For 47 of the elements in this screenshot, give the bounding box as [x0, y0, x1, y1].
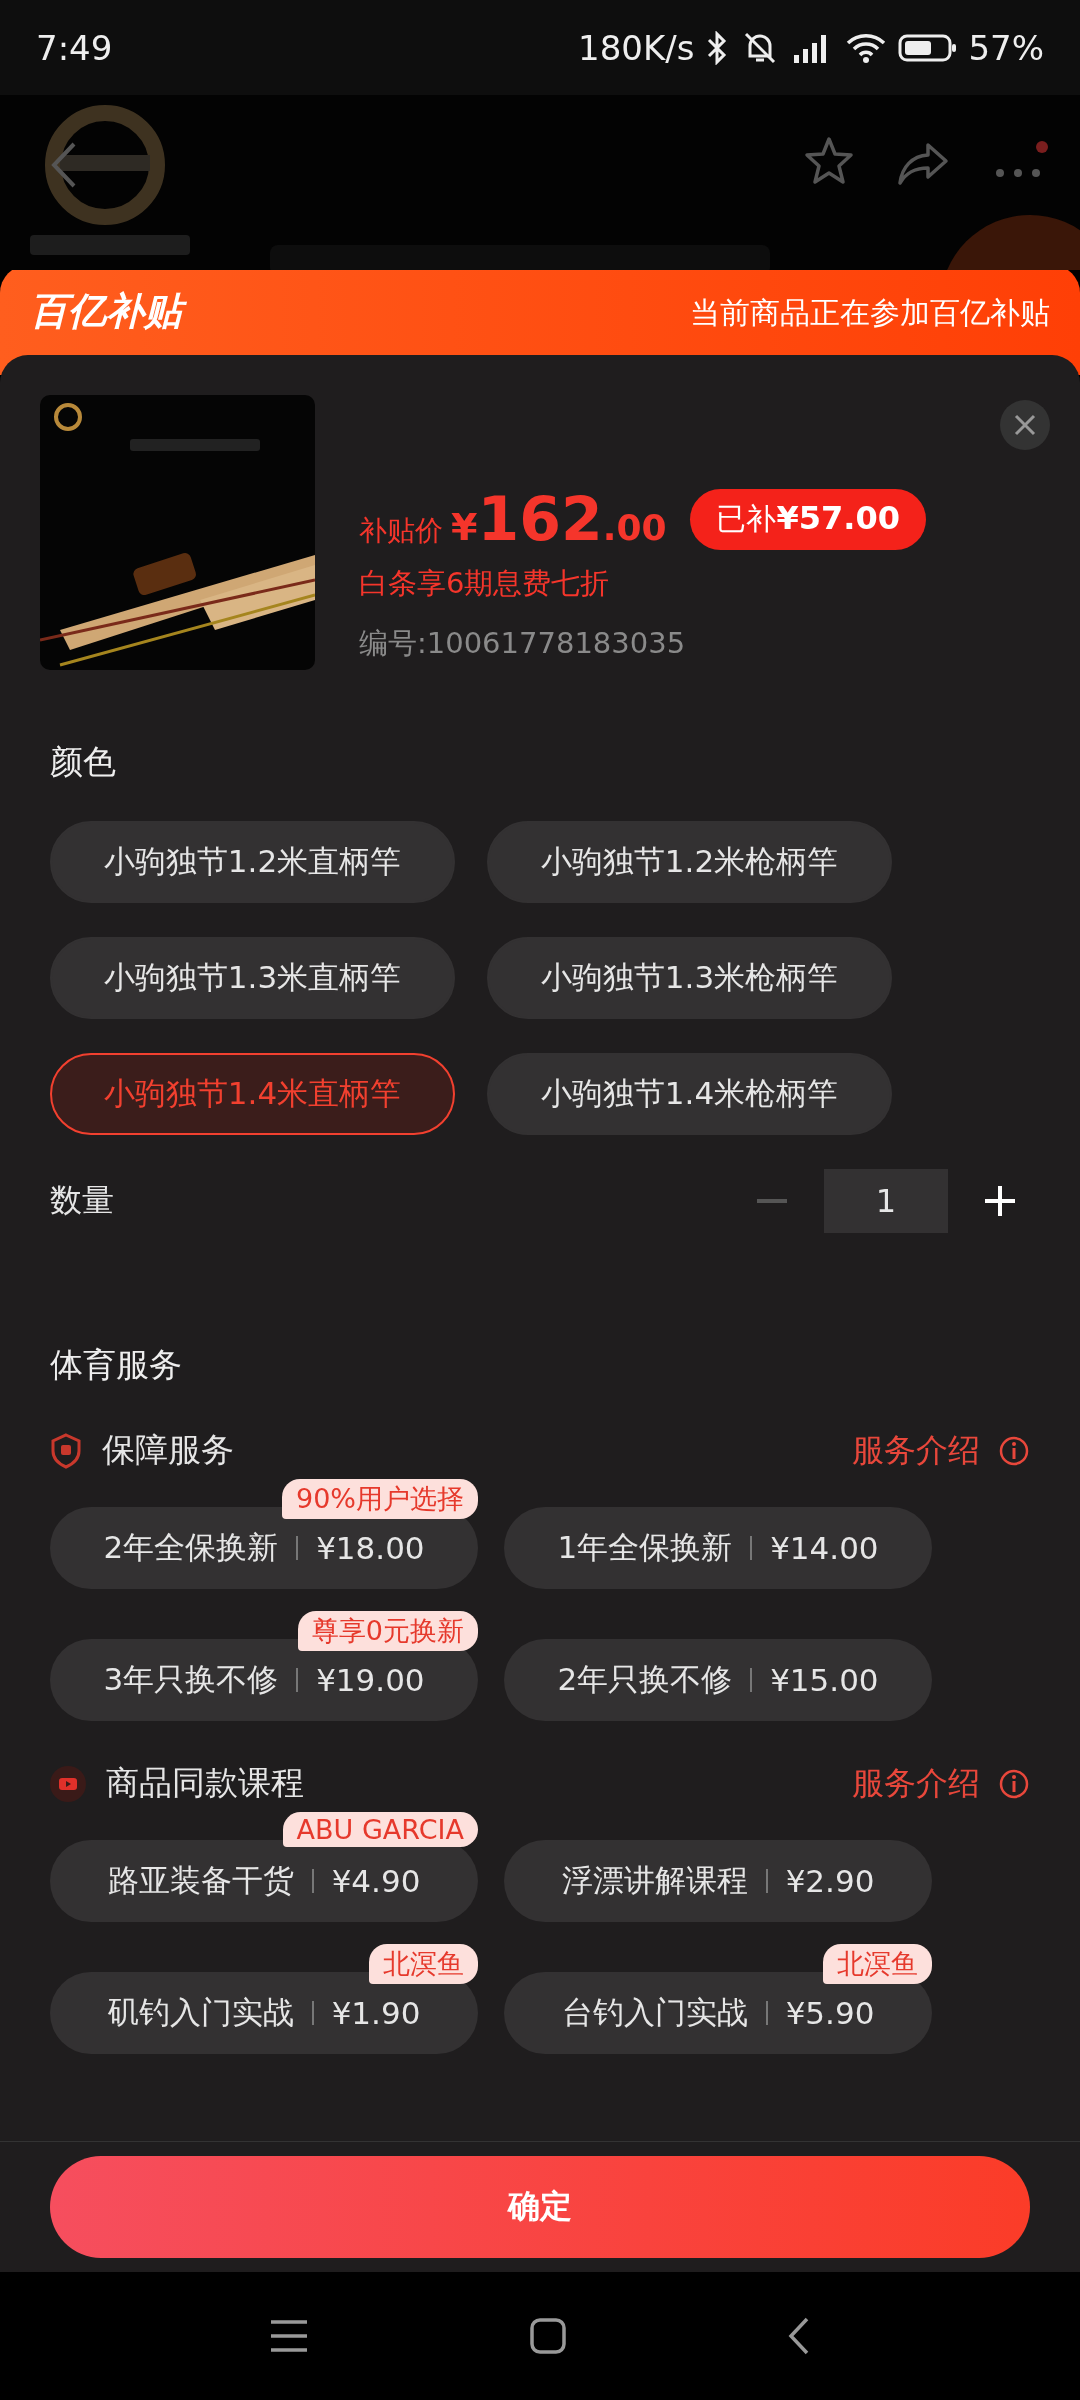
service-intro-link[interactable]: 服务介绍 — [852, 1428, 1030, 1473]
group-title: 保障服务 — [102, 1429, 235, 1471]
service-tag: 北溟鱼 — [823, 1944, 932, 1984]
installment-offer: 白条享6期息费七折 — [359, 565, 611, 602]
clock: 7:49 — [36, 27, 113, 68]
video-icon — [50, 1765, 86, 1802]
menu-icon[interactable] — [269, 2318, 309, 2354]
minus-icon — [757, 1198, 787, 1204]
home-icon[interactable] — [529, 2317, 567, 2355]
price: 补贴价 ¥162.00 — [359, 484, 667, 554]
service-tag: 90%用户选择 — [282, 1479, 478, 1519]
subsidy-badge: 已补¥57.00 — [690, 488, 926, 550]
info-icon — [998, 1434, 1030, 1467]
subsidy-note: 当前商品正在参加百亿补贴 — [690, 294, 1050, 332]
share-icon[interactable] — [896, 141, 950, 187]
section-title: 颜色 — [50, 741, 117, 783]
service-option[interactable]: 2年只换不修 ¥15.00 — [504, 1639, 932, 1721]
service-option[interactable]: 1年全保换新 ¥14.00 — [504, 1507, 932, 1589]
sku-number: 编号:10061778183035 — [359, 625, 687, 662]
plus-icon — [985, 1186, 1015, 1216]
star-icon[interactable] — [802, 135, 856, 187]
color-option[interactable]: 小驹独节1.3米枪柄竿 — [487, 937, 892, 1019]
service-intro-link[interactable]: 服务介绍 — [852, 1761, 1030, 1806]
back-icon[interactable] — [787, 2316, 811, 2356]
network-speed: 180K/s — [578, 27, 695, 68]
shield-icon — [50, 1432, 82, 1469]
group-title: 商品同款课程 — [106, 1762, 305, 1804]
close-icon — [1013, 413, 1037, 437]
section-title: 体育服务 — [50, 1344, 183, 1386]
battery-icon — [898, 32, 959, 63]
color-option[interactable]: 小驹独节1.4米枪柄竿 — [487, 1053, 892, 1135]
subsidy-logo: 百亿补贴 — [30, 287, 190, 341]
confirm-button[interactable]: 确定 — [50, 2156, 1030, 2258]
info-icon — [998, 1767, 1030, 1800]
section-title: 数量 — [50, 1180, 114, 1221]
quantity-field[interactable]: 1 — [824, 1169, 948, 1233]
service-tag: ABU GARCIA — [282, 1812, 478, 1847]
color-option[interactable]: 小驹独节1.3米直柄竿 — [50, 937, 455, 1019]
color-option[interactable]: 小驹独节1.2米枪柄竿 — [487, 821, 892, 903]
service-tag: 尊享0元换新 — [297, 1611, 478, 1651]
color-option[interactable]: 小驹独节1.4米直柄竿 — [50, 1053, 455, 1135]
close-button[interactable] — [1000, 400, 1050, 450]
service-tag: 北溟鱼 — [369, 1944, 478, 1984]
color-option[interactable]: 小驹独节1.2米直柄竿 — [50, 821, 455, 903]
service-option[interactable]: 浮漂讲解课程 ¥2.90 — [504, 1840, 932, 1922]
service-option[interactable]: 路亚装备干货 ¥4.90 — [50, 1840, 478, 1922]
battery-level: 57% — [968, 27, 1044, 68]
